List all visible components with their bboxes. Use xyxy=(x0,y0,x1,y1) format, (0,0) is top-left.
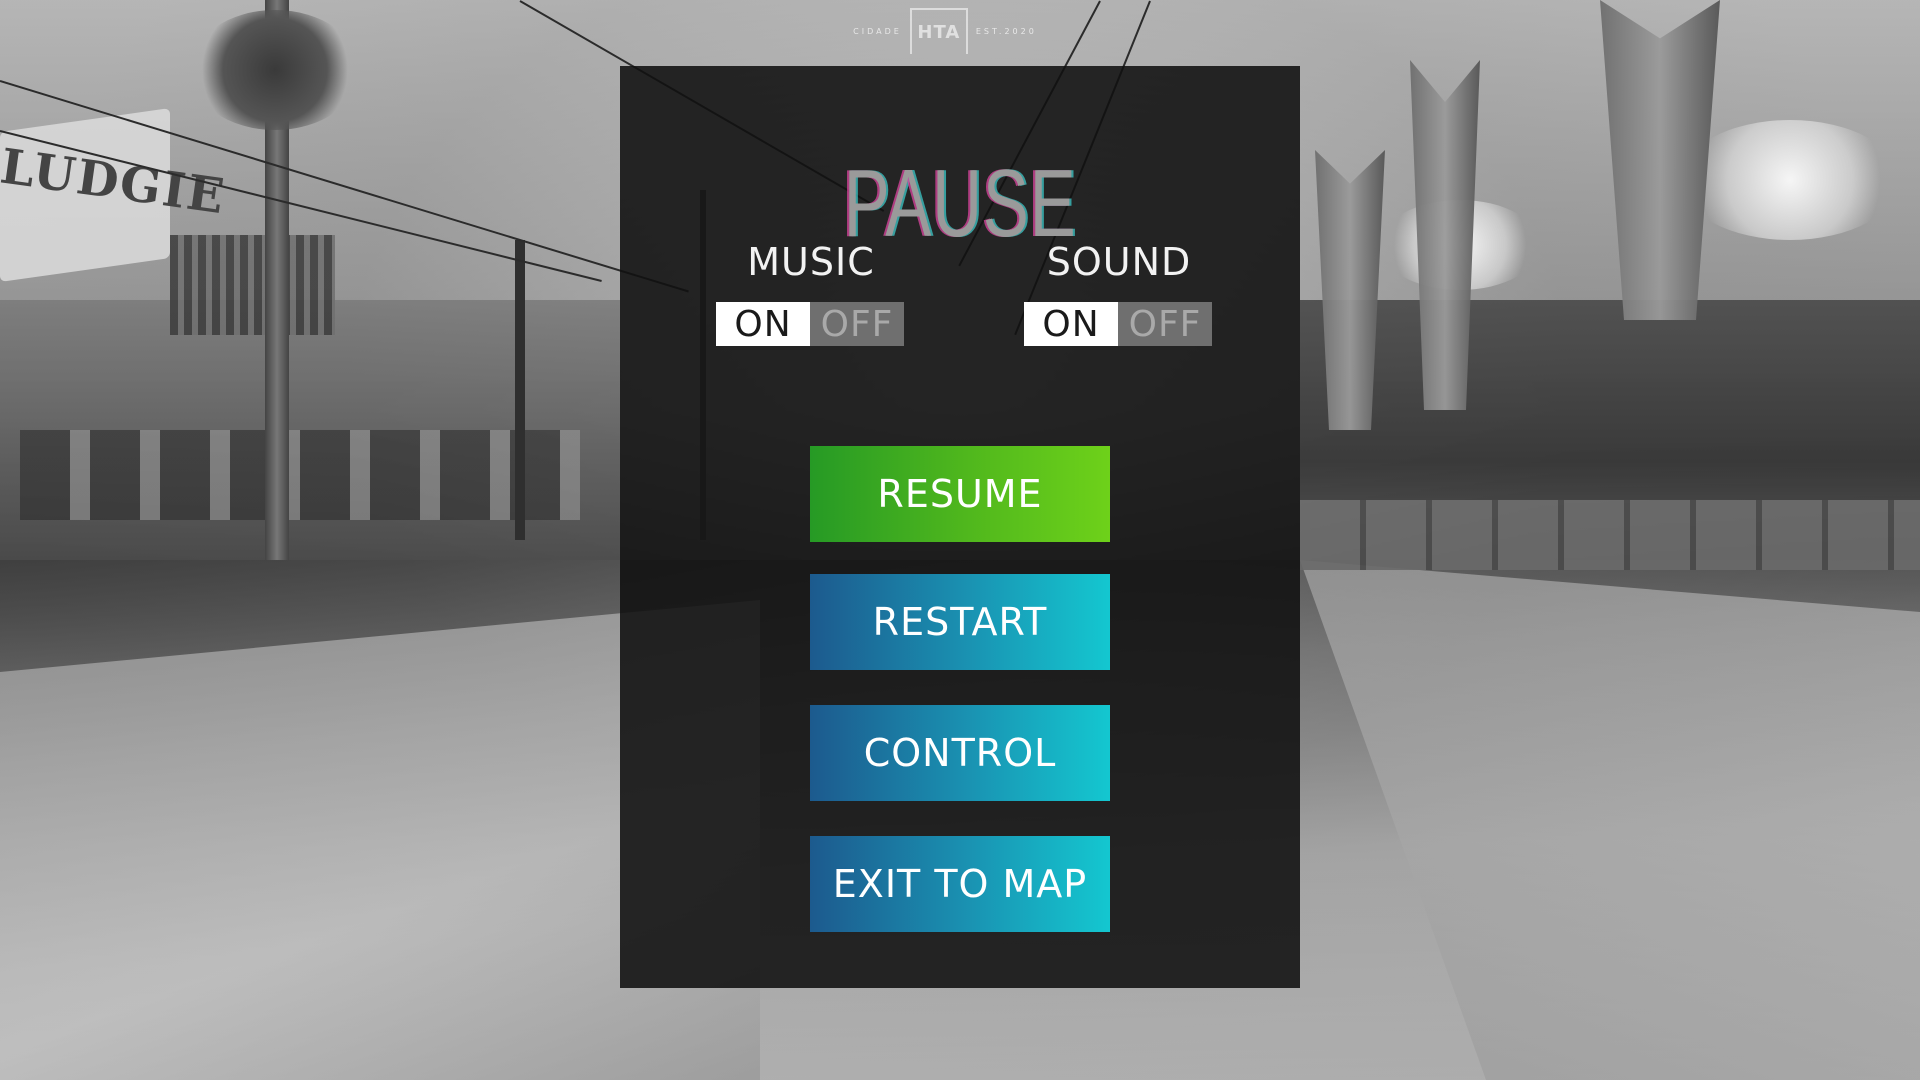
background-utility-pole xyxy=(515,240,525,540)
pause-panel: PAUSE MUSIC ON OFF SOUND ON OFF RESUME R… xyxy=(620,66,1300,988)
game-screen: LUDGIE CIDADE HTA EST.2020 PAUSE MUSIC O… xyxy=(0,0,1920,1080)
background-wire xyxy=(0,80,689,293)
pause-title: PAUSE xyxy=(843,150,1077,257)
background-fin xyxy=(1315,150,1385,430)
music-toggle-group: MUSIC ON OFF xyxy=(716,240,906,346)
background-cloud xyxy=(1680,120,1900,240)
sound-toggle[interactable]: ON OFF xyxy=(1024,302,1212,346)
logo-emblem: HTA xyxy=(909,8,968,54)
background-sign xyxy=(0,108,170,282)
background-building-right xyxy=(1300,300,1920,570)
music-on-option[interactable]: ON xyxy=(716,302,810,346)
sound-off-option[interactable]: OFF xyxy=(1118,302,1212,346)
resume-button[interactable]: RESUME xyxy=(810,446,1110,542)
restart-button[interactable]: RESTART xyxy=(810,574,1110,670)
background-sidewalk-right xyxy=(1300,560,1920,1080)
control-button[interactable]: CONTROL xyxy=(810,705,1110,801)
background-palm-top xyxy=(190,10,360,130)
music-off-option[interactable]: OFF xyxy=(810,302,904,346)
background-palm-trunk xyxy=(265,0,289,560)
background-fin xyxy=(1600,0,1720,320)
background-sign-text: LUDGIE xyxy=(0,138,230,226)
logo-left-text: CIDADE xyxy=(853,26,902,36)
music-toggle[interactable]: ON OFF xyxy=(716,302,904,346)
game-logo: CIDADE HTA EST.2020 xyxy=(850,8,1040,54)
background-building-left xyxy=(0,300,620,560)
exit-to-map-button[interactable]: EXIT TO MAP xyxy=(810,836,1110,932)
sound-on-option[interactable]: ON xyxy=(1024,302,1118,346)
background-cloud xyxy=(1380,200,1540,290)
sound-label: SOUND xyxy=(1046,240,1192,284)
background-tower-left xyxy=(170,235,335,335)
logo-right-text: EST.2020 xyxy=(975,26,1037,36)
music-label: MUSIC xyxy=(747,240,875,284)
background-wire xyxy=(0,130,602,282)
background-fin xyxy=(1410,60,1480,410)
sound-toggle-group: SOUND ON OFF xyxy=(1024,240,1214,346)
